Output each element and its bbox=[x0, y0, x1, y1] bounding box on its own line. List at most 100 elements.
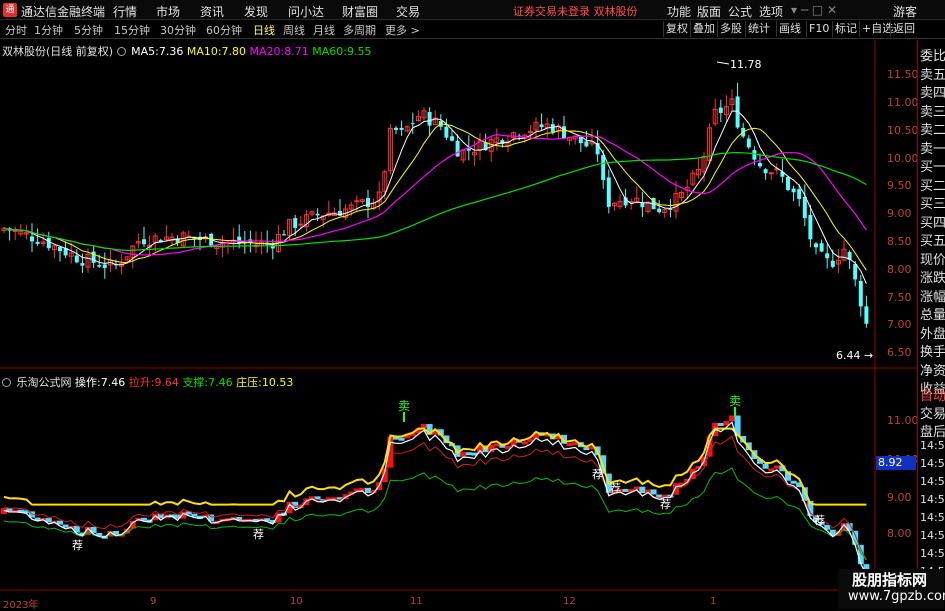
side-panel-item[interactable]: 卖四 bbox=[920, 82, 945, 101]
side-panel-item[interactable]: 14:56 bbox=[920, 457, 945, 470]
side-panel-item[interactable]: 14:56 bbox=[920, 511, 945, 524]
x-tick: 11 bbox=[410, 596, 423, 607]
side-panel-item[interactable]: 换手 bbox=[920, 341, 945, 360]
side-panel-item[interactable]: 买一 bbox=[920, 156, 945, 175]
operation-line bbox=[3, 420, 867, 576]
candle-body bbox=[797, 189, 802, 200]
side-panel-item[interactable]: 买二 bbox=[920, 175, 945, 194]
side-panel-item[interactable]: 涨幅 bbox=[920, 286, 945, 305]
side-panel-item[interactable]: 14:56 bbox=[920, 493, 945, 506]
y-tick: 7.50 bbox=[887, 291, 912, 304]
candle-body bbox=[444, 126, 449, 138]
side-panel-item[interactable]: 14:56 bbox=[920, 439, 945, 452]
pressure-value: 10.53 bbox=[261, 376, 294, 389]
recommend-signal-label: 荐 bbox=[72, 539, 83, 552]
side-panel-item[interactable]: 交易 bbox=[920, 403, 945, 422]
pressure-label: 庄压: bbox=[236, 376, 262, 389]
candle-body bbox=[814, 243, 818, 248]
y-tick: 9.00 bbox=[887, 207, 912, 220]
candle-body bbox=[853, 263, 858, 280]
candle-body bbox=[768, 172, 774, 175]
lift-label: 拉升: bbox=[128, 376, 155, 389]
candle-body bbox=[763, 169, 768, 174]
candle-body bbox=[102, 264, 107, 268]
settings-icon[interactable] bbox=[116, 47, 126, 56]
candle-body bbox=[718, 107, 723, 113]
watermark: 股朋指标网 www.7gpzb.com bbox=[838, 569, 945, 609]
side-panel-item[interactable]: 总量 bbox=[920, 304, 945, 323]
watermark-url: www.7gpzb.com bbox=[848, 589, 945, 604]
candle-body bbox=[746, 138, 751, 148]
side-panel-item[interactable]: 现价 bbox=[920, 249, 945, 268]
indicator-name[interactable]: 乐淘公式网 bbox=[17, 376, 72, 389]
side-panel-item[interactable]: 14:56 bbox=[920, 529, 945, 542]
low-price-label: 6.44 → bbox=[836, 349, 873, 362]
recommend-signal-label: 荐 bbox=[660, 498, 671, 511]
ma60-label: MA60: bbox=[312, 45, 347, 58]
side-panel-item[interactable]: 卖三 bbox=[920, 101, 945, 120]
indicator-bar bbox=[773, 465, 780, 469]
side-panel-item[interactable]: 买五 bbox=[920, 230, 945, 249]
indicator-bar bbox=[857, 544, 864, 565]
high-pointer bbox=[716, 61, 730, 65]
side-panel-item[interactable]: 买四 bbox=[920, 212, 945, 231]
indicator-bar bbox=[633, 486, 640, 490]
side-panel-item[interactable]: 买三 bbox=[920, 193, 945, 212]
candle-body bbox=[657, 208, 662, 213]
side-panel-item[interactable]: 14:56 bbox=[920, 547, 945, 560]
y-tick: 11.50 bbox=[887, 68, 919, 81]
op-label: 操作: bbox=[75, 376, 101, 389]
side-panel-item[interactable]: 卖二 bbox=[920, 119, 945, 138]
indicator-bar bbox=[717, 422, 724, 426]
ma60-value: 9.55 bbox=[346, 45, 372, 58]
ma10-line bbox=[3, 123, 867, 271]
support-value: 7.46 bbox=[208, 376, 233, 389]
recommend-signal-label: 荐 bbox=[610, 482, 621, 495]
side-panel-item[interactable]: 涨跌 bbox=[920, 267, 945, 286]
indicator-bar bbox=[521, 441, 528, 445]
candle-body bbox=[802, 196, 807, 219]
candle-body bbox=[819, 243, 824, 252]
high-price-label: 11.78 bbox=[730, 58, 762, 71]
stock-title: 双林股份(日线 前复权) bbox=[2, 45, 114, 58]
current-price-box: 8.92 bbox=[876, 456, 916, 470]
ma5-value: 7.36 bbox=[158, 45, 184, 58]
sell-signal-label: 卖 bbox=[729, 394, 741, 408]
indicator-bar bbox=[180, 511, 187, 519]
kline-chart[interactable]: 11.786.44 →卖 卖荐荐荐荐荐荐 bbox=[0, 0, 945, 609]
watermark-title: 股朋指标网 bbox=[852, 571, 928, 589]
main-legend: 双林股份(日线 前复权) MA5:7.36 MA10:7.80 MA20:8.7… bbox=[2, 43, 371, 59]
lift-value: 9.64 bbox=[154, 376, 179, 389]
indicator-settings-icon[interactable] bbox=[2, 378, 11, 387]
side-panel-item[interactable]: 自动 bbox=[920, 385, 945, 404]
recommend-signal-label: 荐 bbox=[814, 514, 825, 527]
x-tick: 1 bbox=[710, 596, 717, 607]
side-panel-item[interactable]: 外盘 bbox=[920, 323, 945, 342]
recommend-signal-label: 荐 bbox=[592, 468, 603, 481]
y-tick: 8.00 bbox=[887, 263, 912, 276]
candle-body bbox=[668, 208, 673, 210]
candle-body bbox=[858, 280, 863, 307]
indicator-bar bbox=[650, 489, 657, 495]
candle-body bbox=[293, 218, 298, 228]
side-panel-item[interactable]: 卖一 bbox=[920, 138, 945, 157]
side-panel-item[interactable]: 卖五 bbox=[920, 64, 945, 83]
side-panel-item[interactable]: 净资 bbox=[920, 360, 945, 379]
indicator-bar bbox=[465, 452, 472, 456]
candle-body bbox=[825, 253, 830, 259]
indicator-bar bbox=[673, 483, 679, 495]
ma20-value: 8.71 bbox=[284, 45, 309, 58]
candle-body bbox=[791, 188, 796, 193]
candle-body bbox=[808, 214, 813, 240]
candle-body bbox=[80, 263, 85, 266]
y-tick: 6.50 bbox=[887, 346, 912, 359]
candle-body bbox=[550, 124, 555, 133]
side-panel-item[interactable]: 委比 bbox=[920, 45, 945, 64]
indicator-bar bbox=[398, 437, 405, 441]
side-panel-item[interactable]: 14:56 bbox=[920, 475, 945, 488]
side-panel-item[interactable]: 盘后 bbox=[920, 421, 945, 440]
quote-side-panel: 委比 卖五 卖四 卖三 卖二 卖一 买一 买二 买三 买四 买五 现价 涨跌 涨幅 总量 外盘 换手 净资 收益 自动… bbox=[917, 40, 945, 609]
y-tick: 8.00 bbox=[887, 527, 912, 540]
candle-body bbox=[74, 255, 79, 263]
indicator-bar bbox=[566, 443, 573, 447]
